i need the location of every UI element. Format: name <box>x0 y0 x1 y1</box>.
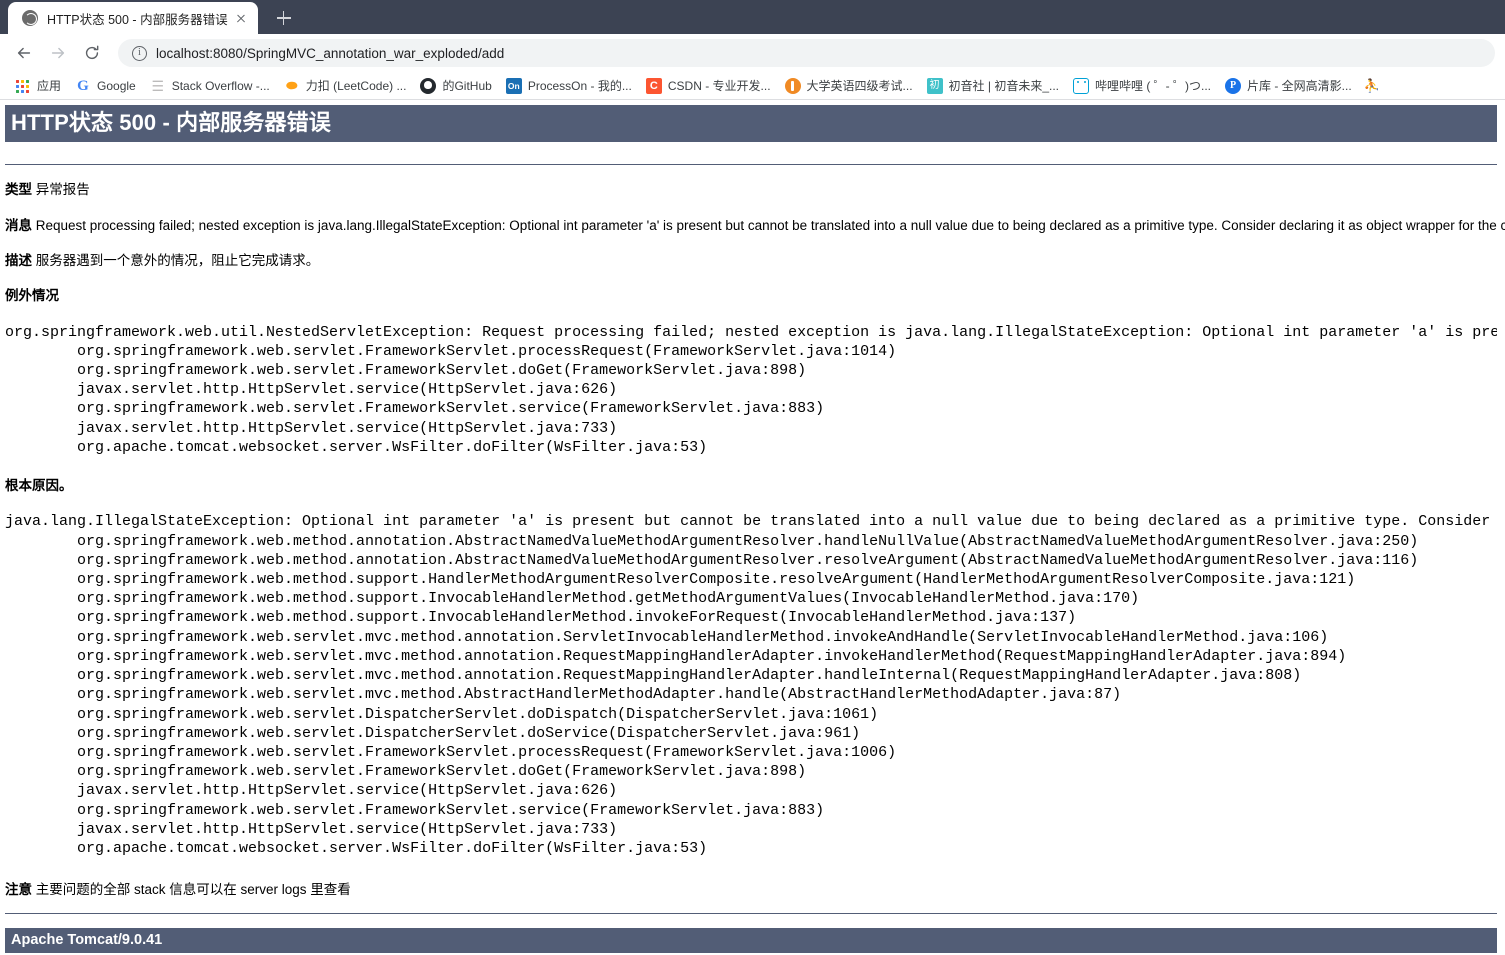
apps-grid-icon <box>15 78 31 94</box>
back-button[interactable] <box>10 39 38 67</box>
bookmark-label: ProcessOn - 我的... <box>527 79 632 93</box>
bookmark-bilibili[interactable]: 哔哩哔哩 ( ゜- ゜)つ... <box>1066 75 1218 96</box>
error-row-value: Request processing failed; nested except… <box>35 217 1505 233</box>
bookmark-label: Stack Overflow -... <box>171 78 270 93</box>
bookmark-csdn[interactable]: C CSDN - 专业开发... <box>639 75 778 96</box>
note-row: 注意 主要问题的全部 stack 信息可以在 server logs 里查看 <box>5 878 1497 898</box>
root-cause-stack-trace: java.lang.IllegalStateException: Optiona… <box>5 513 1491 857</box>
bookmark-label: CSDN - 专业开发... <box>667 79 771 93</box>
error-row-label: 类型 <box>5 182 32 198</box>
address-bar[interactable]: localhost:8080/SpringMVC_annotation_war_… <box>118 39 1495 67</box>
new-tab-button[interactable] <box>270 4 298 32</box>
bookmark-processon[interactable]: On ProcessOn - 我的... <box>499 75 639 96</box>
close-icon[interactable] <box>232 9 250 27</box>
error-row-label: 描述 <box>5 252 32 268</box>
tab-strip: HTTP状态 500 - 内部服务器错误 <box>0 0 1505 34</box>
globe-favicon <box>22 10 38 26</box>
cet-icon <box>784 77 801 94</box>
root-cause-heading: 根本原因。 <box>5 477 73 493</box>
mikufans-icon: 初 <box>926 77 943 94</box>
bookmark-label: Google <box>97 78 136 93</box>
bookmark-github[interactable]: 的GitHub <box>413 75 498 96</box>
note-label: 注意 <box>5 882 32 898</box>
reload-button[interactable] <box>78 39 106 67</box>
page-title: HTTP状态 500 - 内部服务器错误 <box>5 105 1497 143</box>
error-row-value: 服务器遇到一个意外的情况，阻止它完成请求。 <box>35 252 320 268</box>
server-version-footer: Apache Tomcat/9.0.41 <box>5 928 1497 954</box>
leetcode-icon: ⬬ <box>286 77 298 93</box>
bookmark-label: 大学英语四级考试... <box>806 79 913 93</box>
bookmark-leetcode[interactable]: ⬬ 力扣 (LeetCode) ... <box>277 75 414 96</box>
bilibili-icon <box>1073 77 1090 94</box>
stackoverflow-icon: ☰ <box>151 77 164 94</box>
bookmark-label: 初音社 | 初音未来_... <box>948 79 1060 93</box>
tab-title: HTTP状态 500 - 内部服务器错误 <box>47 12 228 27</box>
bookmark-label: 力扣 (LeetCode) ... <box>305 79 407 93</box>
error-row-message: 消息 Request processing failed; nested exc… <box>5 217 1505 235</box>
info-circle-icon[interactable] <box>132 45 147 61</box>
bookmarks-bar: 应用 G Google ☰ Stack Overflow -... ⬬ 力扣 (… <box>0 72 1505 100</box>
bookmark-label: 哔哩哔哩 ( ゜- ゜)つ... <box>1095 79 1212 93</box>
browser-toolbar: localhost:8080/SpringMVC_annotation_war_… <box>0 34 1505 72</box>
bookmark-apps[interactable]: 应用 <box>8 75 68 96</box>
person-icon: ⛹ <box>1363 77 1380 93</box>
bookmark-label: 应用 <box>37 79 62 93</box>
bookmark-label: 片库 - 全网高清影... <box>1247 79 1352 93</box>
browser-window: HTTP状态 500 - 内部服务器错误 localhost:8080/Spri… <box>0 0 1505 955</box>
tomcat-error-page: HTTP状态 500 - 内部服务器错误 类型 异常报告 消息 Request … <box>0 105 1505 954</box>
error-row-description: 描述 服务器遇到一个意外的情况，阻止它完成请求。 <box>5 252 1497 270</box>
error-row-type: 类型 异常报告 <box>5 181 1497 199</box>
bookmark-label: 的GitHub <box>442 79 492 93</box>
github-icon <box>420 77 437 94</box>
exception-stack-trace: org.springframework.web.util.NestedServl… <box>5 323 1497 456</box>
exception-heading: 例外情况 <box>5 287 59 303</box>
bookmark-stackoverflow[interactable]: ☰ Stack Overflow -... <box>143 76 277 96</box>
browser-tab[interactable]: HTTP状态 500 - 内部服务器错误 <box>8 2 258 34</box>
csdn-icon: C <box>645 77 662 94</box>
google-icon: G <box>77 77 89 94</box>
page-viewport: HTTP状态 500 - 内部服务器错误 类型 异常报告 消息 Request … <box>0 100 1505 955</box>
url-text: localhost:8080/SpringMVC_annotation_war_… <box>156 45 505 61</box>
bookmark-mikufans[interactable]: 初 初音社 | 初音未来_... <box>920 75 1066 96</box>
bookmark-cet[interactable]: 大学英语四级考试... <box>778 75 920 96</box>
divider-bottom <box>5 913 1497 915</box>
processon-icon: On <box>505 77 522 94</box>
bookmark-google[interactable]: G Google <box>68 76 143 96</box>
pianku-icon: P <box>1225 77 1242 94</box>
error-row-label: 消息 <box>5 217 32 233</box>
bookmarks-overflow-button[interactable]: ⛹ <box>1359 76 1385 96</box>
bookmark-pianku[interactable]: P 片库 - 全网高清影... <box>1218 75 1359 96</box>
note-text: 主要问题的全部 stack 信息可以在 server logs 里查看 <box>35 882 351 898</box>
divider-top <box>5 164 1497 166</box>
forward-button[interactable] <box>44 39 72 67</box>
error-row-value: 异常报告 <box>35 182 90 198</box>
